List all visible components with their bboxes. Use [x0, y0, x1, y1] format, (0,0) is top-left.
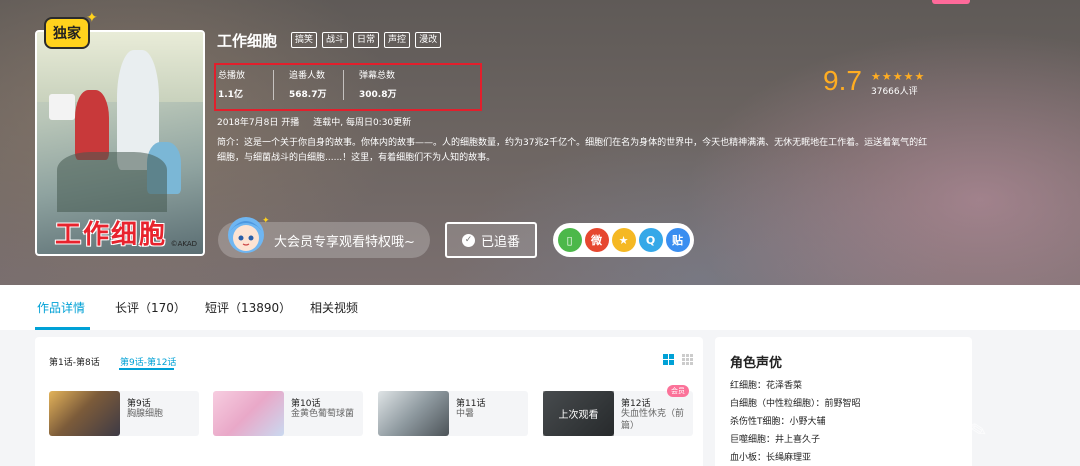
detail-tabs: 作品详情 长评（170） 短评（13890） 相关视频	[0, 285, 1080, 330]
vip-promo-text: 大会员专享观看特权哦~	[274, 235, 415, 250]
poster-figure-box	[49, 94, 75, 120]
episode-card[interactable]: 第10话 金黄色葡萄球菌	[213, 391, 363, 436]
episode-card[interactable]: 第11话 中暑	[378, 391, 528, 436]
episode-title: 中暑	[456, 409, 475, 419]
stats-highlight-box	[214, 63, 482, 111]
qzone-icon[interactable]: ★	[611, 228, 636, 252]
phone-icon[interactable]: ▯	[557, 228, 582, 252]
tag[interactable]: 声控	[384, 32, 411, 48]
cast-item: 白细胞（中性粒细胞）：前野智昭	[730, 399, 861, 409]
watermark-logo: ✎	[967, 416, 990, 444]
active-range-indicator	[119, 368, 174, 370]
cast-item: 血小板：长绳麻理亚	[730, 453, 812, 463]
hero-banner: 工作细胞 ©AKAD 独家 ✦ 工作细胞 搞笑 战斗 日常 声控 漫改 总播放 …	[0, 0, 1080, 285]
poster-figure-crowd	[57, 152, 167, 212]
tab-details[interactable]: 作品详情	[37, 299, 85, 316]
rating-count: 37666人评	[871, 87, 918, 97]
list-view-icon[interactable]	[682, 354, 693, 365]
exclusive-badge: 独家	[44, 17, 90, 49]
vip-badge: 会员	[667, 385, 689, 397]
stat-followers: 追番人数 568.7万	[289, 68, 326, 100]
episode-thumbnail	[378, 391, 449, 436]
stat-divider	[343, 70, 344, 100]
stat-value: 568.7万	[289, 90, 327, 100]
qq-icon[interactable]: Q	[638, 228, 663, 252]
mascot-avatar-icon: ✦	[228, 216, 270, 253]
cast-item: 巨噬细胞：井上喜久子	[730, 435, 821, 445]
tag[interactable]: 漫改	[415, 32, 442, 48]
grid-view-icon[interactable]	[663, 354, 674, 365]
cast-item: 红细胞：花泽香菜	[730, 381, 803, 391]
weibo-icon[interactable]: 微	[584, 228, 609, 252]
episode-title: 失血性休克（前篇）	[621, 409, 685, 431]
active-tab-indicator	[35, 327, 90, 330]
episode-panel: 第1话-第8话 第9话-第12话 第9话 胸腺细胞 第10话 金黄色葡萄球菌 第…	[35, 337, 703, 466]
episode-thumbnail	[213, 391, 284, 436]
episode-card[interactable]: 上次观看 第12话 失血性休克（前篇） 会员	[543, 385, 693, 436]
episode-thumbnail	[49, 391, 120, 436]
anime-title: 工作细胞	[217, 32, 278, 50]
stat-label: 追番人数	[289, 71, 326, 81]
stat-danmaku: 弹幕总数 300.8万	[359, 68, 396, 100]
tag[interactable]: 战斗	[322, 32, 349, 48]
sparkle-icon: ✦	[86, 10, 98, 26]
check-icon: ✓	[461, 233, 475, 247]
episode-card[interactable]: 第9话 胸腺细胞	[49, 391, 199, 436]
stat-value: 300.8万	[359, 90, 397, 100]
tab-related-videos[interactable]: 相关视频	[310, 299, 358, 316]
stat-divider	[273, 70, 274, 100]
tag[interactable]: 日常	[353, 32, 380, 48]
follow-button[interactable]: ✓ 已追番	[445, 222, 537, 258]
episode-title: 金黄色葡萄球菌	[291, 409, 355, 419]
update-schedule: 连载中, 每周日0:30更新	[313, 118, 412, 128]
poster-credit: ©AKAD	[170, 240, 197, 248]
last-watched-overlay: 上次观看	[543, 391, 614, 436]
tab-long-reviews[interactable]: 长评（170）	[115, 299, 186, 316]
stat-value: 1.1亿	[218, 90, 243, 100]
poster-figure-red	[75, 90, 109, 160]
voice-cast-panel: 角色声优 红细胞：花泽香菜 白细胞（中性粒细胞）：前野智昭 杀伤性T细胞：小野大…	[715, 337, 972, 466]
synopsis: 简介：这是一个关于你自身的故事。你体内的故事——。人的细胞数量，约为37兆2千亿…	[217, 138, 928, 163]
episode-range-tab[interactable]: 第1话-第8话	[49, 355, 100, 368]
episode-title: 胸腺细胞	[127, 409, 164, 419]
cover-poster[interactable]: 工作细胞 ©AKAD	[35, 30, 205, 256]
rating-score: 9.7	[823, 65, 862, 96]
star-rating-icon: ★★★★★	[871, 70, 926, 83]
stat-total-plays: 总播放 1.1亿	[218, 68, 245, 100]
tag-list: 搞笑 战斗 日常 声控 漫改	[291, 32, 442, 48]
cast-list: 红细胞：花泽香菜 白细胞（中性粒细胞）：前野智昭 杀伤性T细胞：小野大辅 巨噬细…	[730, 377, 861, 466]
top-accent	[932, 0, 970, 4]
share-bar: ▯ 微 ★ Q 贴	[553, 223, 694, 257]
premiere-date: 2018年7月8日 开播	[217, 118, 300, 128]
cast-heading: 角色声优	[730, 356, 783, 371]
stat-label: 弹幕总数	[359, 71, 396, 81]
cast-item: 杀伤性T细胞：小野大辅	[730, 417, 826, 427]
tieba-icon[interactable]: 贴	[665, 228, 690, 252]
episode-range-tab[interactable]: 第9话-第12话	[120, 355, 176, 368]
poster-title: 工作细胞	[55, 220, 168, 250]
stat-label: 总播放	[218, 71, 246, 81]
tab-short-reviews[interactable]: 短评（13890）	[205, 299, 291, 316]
release-info: 2018年7月8日 开播 连载中, 每周日0:30更新	[217, 115, 411, 128]
svg-text:✦: ✦	[262, 216, 270, 226]
tag[interactable]: 搞笑	[291, 32, 318, 48]
follow-label: 已追番	[480, 234, 520, 250]
